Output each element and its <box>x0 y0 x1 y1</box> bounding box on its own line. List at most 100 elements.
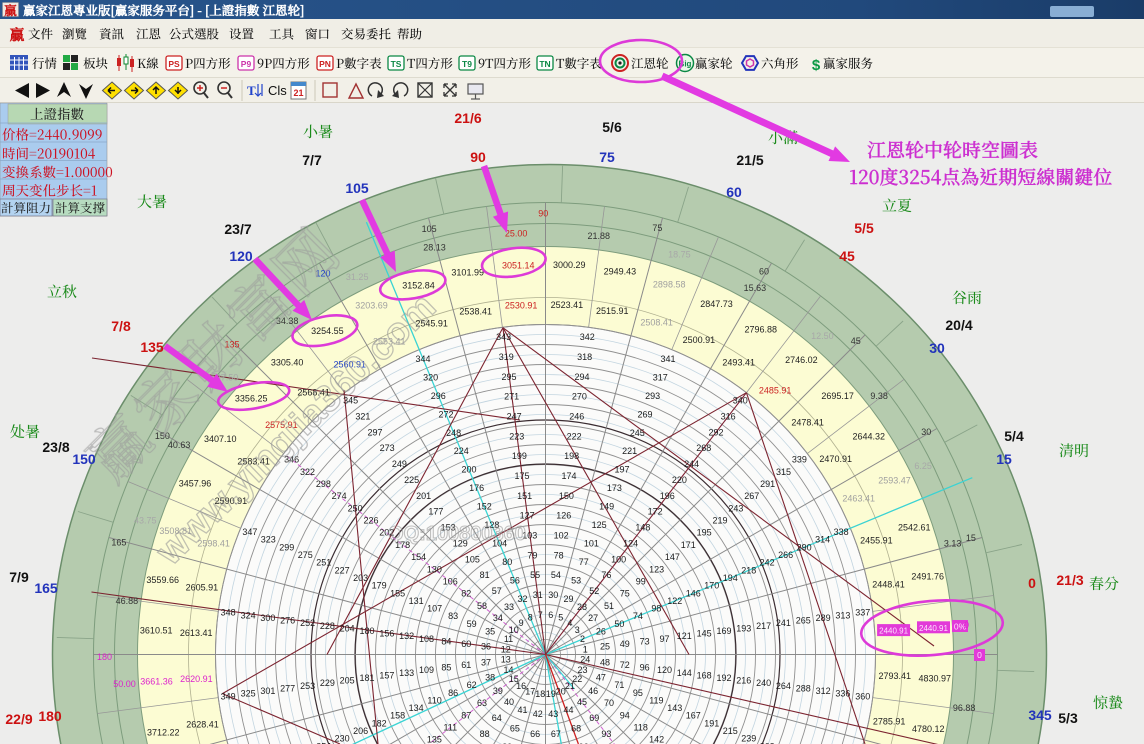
svg-text:191: 191 <box>704 718 719 728</box>
svg-text:2793.41: 2793.41 <box>879 671 912 681</box>
svg-text:30: 30 <box>548 590 558 600</box>
svg-text:107: 107 <box>427 604 442 614</box>
svg-text:172: 172 <box>648 507 663 517</box>
svg-text:2448.41: 2448.41 <box>872 580 905 590</box>
svg-text:3356.25: 3356.25 <box>235 394 268 404</box>
svg-text:45: 45 <box>839 248 855 264</box>
svg-text:48: 48 <box>600 657 610 667</box>
svg-text:90: 90 <box>470 149 486 165</box>
svg-text:81: 81 <box>480 570 490 580</box>
svg-text:312: 312 <box>816 686 831 696</box>
svg-text:120: 120 <box>657 665 672 675</box>
svg-text:267: 267 <box>744 491 759 501</box>
svg-text:11: 11 <box>504 634 513 644</box>
svg-text:2538.41: 2538.41 <box>459 307 492 317</box>
svg-text:360: 360 <box>855 691 870 701</box>
svg-text:30: 30 <box>921 427 931 437</box>
svg-text:0: 0 <box>1028 575 1036 591</box>
svg-text:247: 247 <box>507 412 522 422</box>
svg-text:12.50: 12.50 <box>811 331 834 341</box>
svg-text:168: 168 <box>697 670 712 680</box>
svg-text:39: 39 <box>493 686 503 696</box>
svg-text:252: 252 <box>300 618 315 628</box>
svg-text:95: 95 <box>633 688 643 698</box>
svg-text:147: 147 <box>665 552 680 562</box>
svg-text:241: 241 <box>776 618 791 628</box>
svg-text:293: 293 <box>645 391 660 401</box>
svg-text:50: 50 <box>614 619 624 629</box>
svg-text:298: 298 <box>316 479 331 489</box>
svg-text:220: 220 <box>672 475 687 485</box>
svg-text:225: 225 <box>404 475 419 485</box>
svg-text:123: 123 <box>649 564 664 574</box>
svg-text:343: 343 <box>496 332 511 342</box>
svg-text:299: 299 <box>279 542 294 552</box>
svg-text:31.25: 31.25 <box>346 272 369 282</box>
svg-text:106: 106 <box>443 576 458 586</box>
svg-text:2523.41: 2523.41 <box>551 300 584 310</box>
svg-text:105: 105 <box>422 224 437 234</box>
svg-text:289: 289 <box>816 613 831 623</box>
svg-text:96.88: 96.88 <box>953 703 976 713</box>
svg-text:3000.29: 3000.29 <box>553 260 586 270</box>
svg-text:40.63: 40.63 <box>168 440 191 450</box>
svg-text:131: 131 <box>409 596 424 606</box>
svg-text:25.00: 25.00 <box>505 229 528 239</box>
svg-text:43.75: 43.75 <box>134 516 157 526</box>
svg-text:313: 313 <box>835 610 850 620</box>
svg-text:269: 269 <box>637 409 652 419</box>
svg-text:165: 165 <box>111 538 126 548</box>
svg-text:179: 179 <box>372 581 387 591</box>
svg-text:T9: T9 <box>462 59 472 69</box>
svg-text:30: 30 <box>929 340 945 356</box>
svg-text:TN: TN <box>539 59 550 69</box>
svg-text:2440.91: 2440.91 <box>879 627 908 636</box>
svg-text:84: 84 <box>441 636 451 646</box>
svg-text:45: 45 <box>577 697 587 707</box>
svg-text:51: 51 <box>604 601 614 611</box>
svg-text:292: 292 <box>708 427 723 437</box>
svg-text:319: 319 <box>499 352 514 362</box>
svg-text:2695.17: 2695.17 <box>821 391 854 401</box>
svg-text:145: 145 <box>697 629 712 639</box>
svg-text:271: 271 <box>504 392 519 402</box>
svg-text:$: $ <box>812 57 821 74</box>
svg-text:20/4: 20/4 <box>945 317 972 333</box>
svg-text:2644.32: 2644.32 <box>853 431 886 441</box>
svg-text:135: 135 <box>427 735 442 744</box>
svg-text:173: 173 <box>607 483 622 493</box>
svg-text:167: 167 <box>686 711 701 721</box>
svg-text:27: 27 <box>588 613 598 623</box>
svg-text:58: 58 <box>477 601 487 611</box>
svg-text:45: 45 <box>851 336 861 346</box>
svg-text:90: 90 <box>538 209 548 219</box>
svg-text:4: 4 <box>567 618 572 628</box>
svg-text:3559.66: 3559.66 <box>146 575 179 585</box>
svg-text:124: 124 <box>623 538 638 548</box>
svg-text:93: 93 <box>601 729 611 739</box>
svg-text:50.00: 50.00 <box>113 679 136 689</box>
svg-text:2746.02: 2746.02 <box>785 355 818 365</box>
svg-text:53: 53 <box>571 576 581 586</box>
svg-text:325: 325 <box>241 689 256 699</box>
svg-text:19: 19 <box>546 689 556 699</box>
svg-text:75: 75 <box>620 589 630 599</box>
svg-text:2796.88: 2796.88 <box>745 324 778 334</box>
svg-text:4780.12: 4780.12 <box>912 724 945 734</box>
svg-text:62: 62 <box>467 680 477 690</box>
svg-text:3305.40: 3305.40 <box>271 357 304 367</box>
svg-text:26: 26 <box>596 627 606 637</box>
svg-text:87: 87 <box>461 710 471 720</box>
svg-text:222: 222 <box>567 431 582 441</box>
svg-text:21/3: 21/3 <box>1056 572 1083 588</box>
svg-text:242: 242 <box>760 558 775 568</box>
svg-text:54: 54 <box>551 570 561 580</box>
svg-text:2485.91: 2485.91 <box>759 385 792 395</box>
svg-text:2593.47: 2593.47 <box>878 476 911 486</box>
svg-text:7: 7 <box>538 610 543 620</box>
svg-text:227: 227 <box>335 565 350 575</box>
svg-text:194: 194 <box>723 573 738 583</box>
svg-text:33: 33 <box>504 602 514 612</box>
svg-text:78: 78 <box>554 550 564 560</box>
svg-text:349: 349 <box>221 691 236 701</box>
